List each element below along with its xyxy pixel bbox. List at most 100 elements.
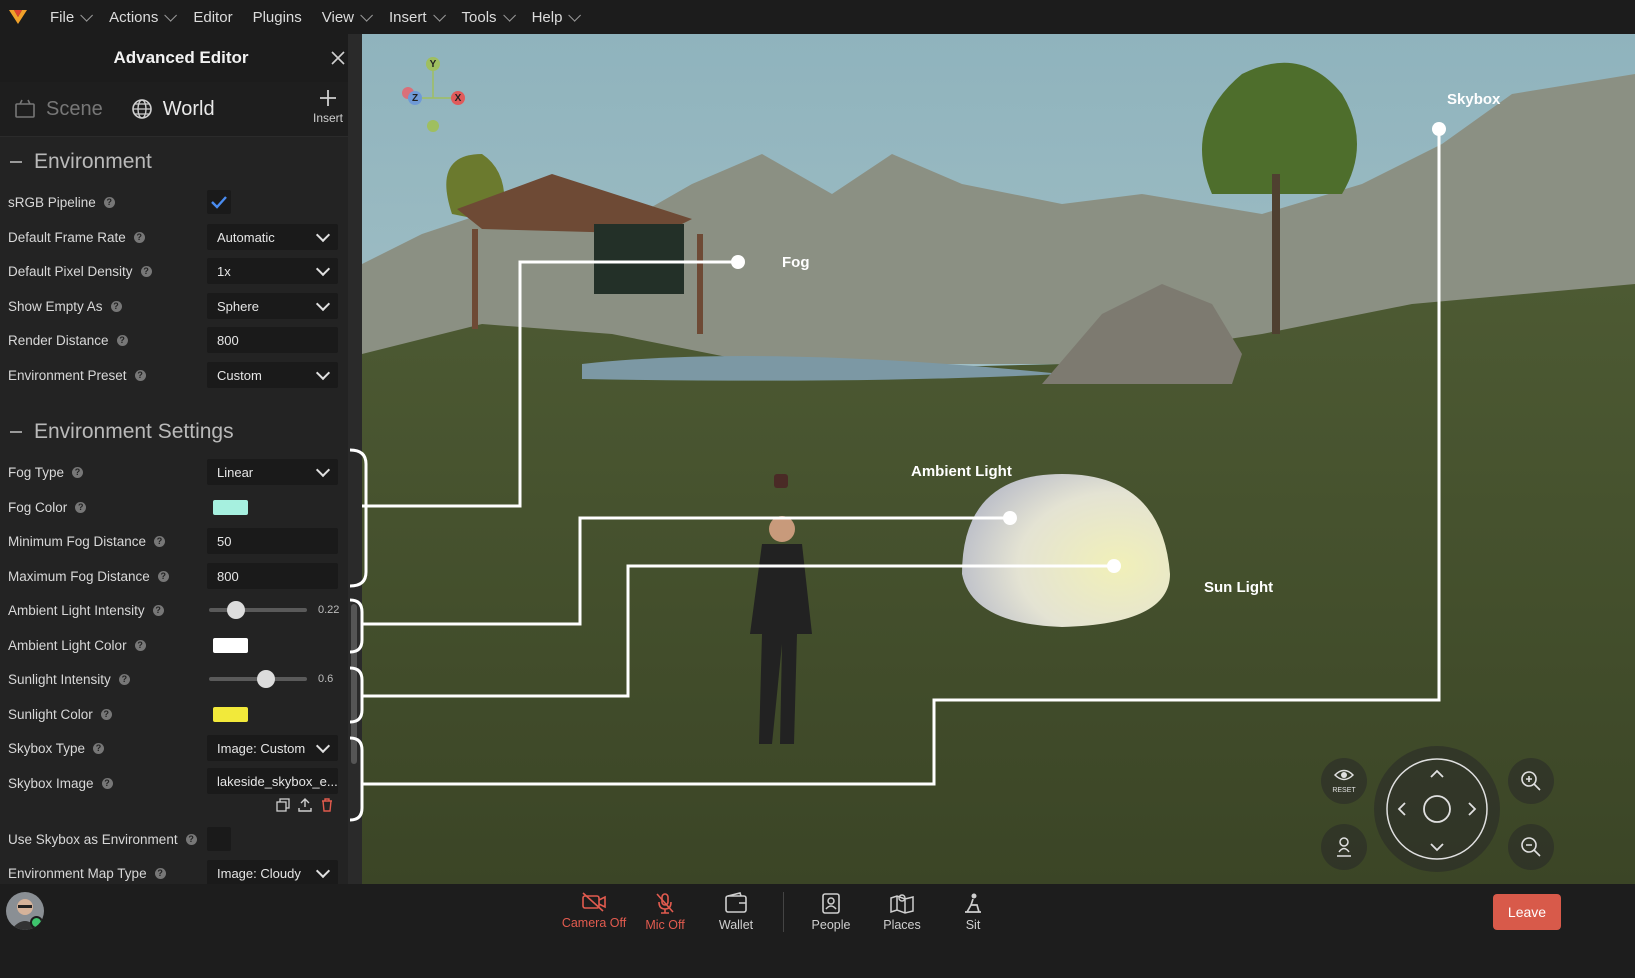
max-fog-row: Maximum Fog Distance? 800	[0, 559, 345, 593]
ambient-intensity-slider[interactable]	[209, 601, 307, 619]
render-distance-label: Render Distance	[8, 332, 109, 348]
help-icon[interactable]: ?	[154, 535, 166, 547]
skybox-type-select[interactable]: Image: Custom	[207, 735, 338, 761]
tab-world[interactable]: World	[131, 98, 215, 121]
tab-scene-label: Scene	[46, 97, 103, 120]
gizmo-y[interactable]: Y	[426, 57, 440, 71]
people-button[interactable]: People	[796, 892, 866, 932]
copy-icon[interactable]	[276, 798, 290, 812]
gizmo-z[interactable]: Z	[408, 91, 422, 105]
zoom-in-icon	[1521, 771, 1541, 791]
help-icon[interactable]: ?	[75, 501, 87, 513]
help-icon[interactable]: ?	[118, 673, 130, 685]
wallet-label: Wallet	[718, 918, 754, 932]
menu-help[interactable]: Help	[532, 9, 582, 26]
online-status-dot	[30, 916, 43, 929]
help-icon[interactable]: ?	[72, 466, 84, 478]
zoom-out-button[interactable]	[1508, 824, 1554, 870]
help-icon[interactable]: ?	[93, 742, 105, 754]
wallet-button[interactable]: Wallet	[701, 892, 771, 932]
ambient-color-swatch[interactable]	[213, 638, 248, 653]
help-icon[interactable]: ?	[116, 334, 128, 346]
menu-insert[interactable]: Insert	[389, 9, 446, 26]
help-icon[interactable]: ?	[152, 604, 164, 616]
navigation-dpad[interactable]	[1374, 746, 1500, 872]
app-logo-icon[interactable]	[0, 0, 36, 34]
zoom-in-button[interactable]	[1508, 758, 1554, 804]
fog-color-label: Fog Color	[8, 499, 68, 515]
world-viewport[interactable]: Fog Skybox Ambient Light Sun Light Y Z X…	[362, 34, 1635, 884]
reset-view-button[interactable]: RESET	[1321, 758, 1367, 804]
env-map-select[interactable]: Image: Cloudy	[207, 860, 338, 886]
slider-handle[interactable]	[226, 601, 245, 619]
menu-tools[interactable]: Tools	[462, 9, 516, 26]
menu-actions[interactable]: Actions	[109, 9, 178, 26]
help-icon[interactable]: ?	[134, 369, 146, 381]
help-icon[interactable]: ?	[133, 231, 145, 243]
insert-button[interactable]: Insert	[310, 88, 346, 125]
sun-intensity-row: Sunlight Intensity? 0.6	[0, 662, 345, 696]
upload-icon[interactable]	[298, 798, 312, 812]
render-distance-value: 800	[217, 332, 239, 348]
help-icon[interactable]: ?	[110, 300, 122, 312]
frame-rate-select[interactable]: Automatic	[207, 224, 338, 250]
user-avatar[interactable]	[6, 892, 44, 930]
skybox-image-actions	[276, 798, 334, 812]
use-skybox-checkbox[interactable]	[207, 827, 231, 851]
environment-section-header[interactable]: Environment	[0, 142, 152, 182]
menu-file[interactable]: File	[50, 9, 94, 26]
use-skybox-label: Use Skybox as Environment	[8, 831, 178, 847]
axis-gizmo[interactable]: Y Z X	[398, 56, 468, 136]
skybox-image-field[interactable]: lakeside_skybox_e...	[207, 768, 338, 794]
close-icon[interactable]	[328, 48, 348, 68]
help-icon[interactable]: ?	[103, 196, 115, 208]
sit-button[interactable]: Sit	[938, 892, 1008, 932]
menu-editor[interactable]: Editor	[193, 9, 232, 26]
render-distance-input[interactable]: 800	[207, 327, 338, 353]
wallet-icon	[725, 892, 747, 913]
panel-header: Advanced Editor	[0, 34, 362, 82]
fog-type-select[interactable]: Linear	[207, 459, 338, 485]
map-icon	[890, 894, 914, 914]
help-icon[interactable]: ?	[154, 867, 166, 879]
show-empty-select[interactable]: Sphere	[207, 293, 338, 319]
skybox-image-row: Skybox Image? lakeside_skybox_e...	[0, 766, 345, 800]
use-skybox-row: Use Skybox as Environment?	[0, 822, 345, 856]
help-icon[interactable]: ?	[157, 570, 169, 582]
slider-handle[interactable]	[257, 670, 275, 688]
gizmo-x[interactable]: X	[451, 91, 465, 105]
sun-color-row: Sunlight Color?	[0, 697, 345, 731]
sun-color-swatch[interactable]	[213, 707, 248, 722]
pixel-density-value: 1x	[217, 263, 231, 279]
leave-button[interactable]: Leave	[1493, 894, 1561, 930]
places-button[interactable]: Places	[867, 892, 937, 932]
avatar-view-button[interactable]	[1321, 824, 1367, 870]
camera-off-button[interactable]: Camera Off	[559, 892, 629, 930]
help-icon[interactable]: ?	[140, 265, 152, 277]
menu-label: Editor	[193, 8, 233, 26]
menu-view[interactable]: View	[322, 9, 374, 26]
pixel-density-select[interactable]: 1x	[207, 258, 338, 284]
preset-label: Environment Preset	[8, 367, 127, 383]
help-icon[interactable]: ?	[134, 639, 146, 651]
help-icon[interactable]: ?	[185, 833, 197, 845]
preset-select[interactable]: Custom	[207, 362, 338, 388]
sun-intensity-slider[interactable]	[209, 670, 307, 688]
trash-icon[interactable]	[320, 798, 334, 812]
help-icon[interactable]: ?	[101, 777, 113, 789]
frame-rate-label: Default Frame Rate	[8, 229, 126, 245]
tab-scene[interactable]: Scene	[14, 98, 103, 121]
pixel-density-row: Default Pixel Density? 1x	[0, 254, 345, 288]
mic-off-button[interactable]: Mic Off	[630, 892, 700, 932]
chevron-down-icon	[315, 227, 331, 243]
menu-plugins[interactable]: Plugins	[253, 9, 302, 26]
max-fog-input[interactable]: 800	[207, 563, 338, 589]
show-empty-value: Sphere	[217, 298, 259, 314]
help-icon[interactable]: ?	[100, 708, 112, 720]
environment-settings-section-header[interactable]: Environment Settings	[0, 412, 234, 452]
min-fog-input[interactable]: 50	[207, 528, 338, 554]
tab-world-label: World	[162, 97, 215, 120]
fog-color-swatch[interactable]	[213, 500, 248, 515]
sun-color-label: Sunlight Color	[8, 706, 93, 722]
srgb-checkbox[interactable]	[207, 190, 231, 214]
